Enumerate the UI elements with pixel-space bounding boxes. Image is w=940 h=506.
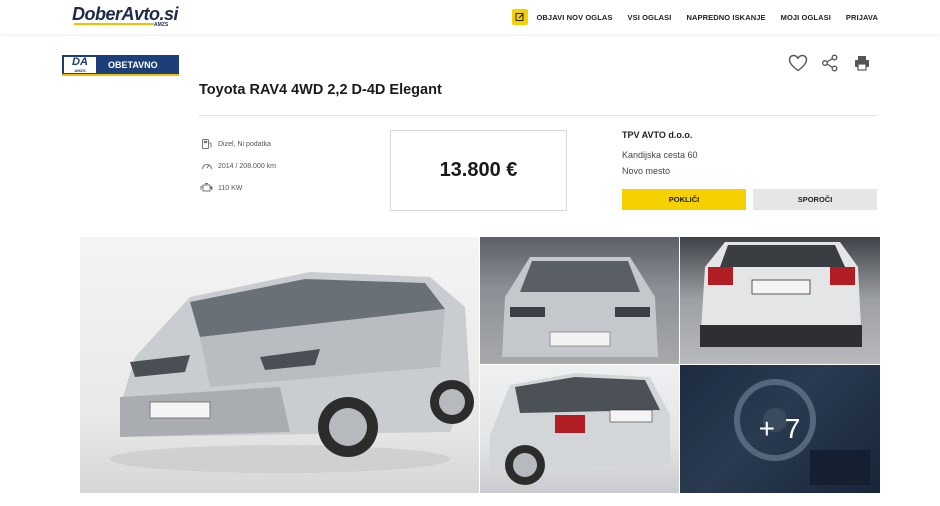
- call-button[interactable]: POKLIČI: [622, 189, 746, 210]
- price-value: 13.800 €: [439, 159, 518, 181]
- photo-gallery: + 7: [80, 237, 880, 493]
- main-photo[interactable]: [80, 237, 479, 493]
- engine-icon: [200, 182, 213, 194]
- message-button[interactable]: SPOROČI: [753, 189, 877, 210]
- printer-icon[interactable]: [851, 52, 873, 74]
- share-icon[interactable]: [819, 52, 841, 74]
- promo-badge: DA AMZS OBETAVNO: [62, 55, 179, 75]
- seller-name[interactable]: TPV AVTO d.o.o.: [622, 130, 692, 140]
- price-box: 13.800 €: [390, 130, 567, 211]
- listing-title: Toyota RAV4 4WD 2,2 D-4D Elegant: [199, 82, 442, 98]
- badge-logo: DA AMZS: [62, 55, 98, 75]
- edit-icon[interactable]: [512, 9, 529, 25]
- spec-fuel: Dizel, Ni podatka: [200, 138, 271, 150]
- spec-year-km-text: 2014 / 208.000 km: [218, 162, 276, 170]
- badge-logo-sub: AMZS: [74, 68, 86, 73]
- gallery-photo-rear[interactable]: [680, 237, 880, 364]
- gallery-photo-front[interactable]: [480, 237, 679, 364]
- title-divider: [199, 115, 877, 116]
- seller-address: Kandijska cesta 60: [622, 150, 698, 160]
- spec-power: 110 KW: [200, 182, 242, 194]
- seller-city: Novo mesto: [622, 166, 671, 176]
- spec-fuel-text: Dizel, Ni podatka: [218, 140, 271, 148]
- listing-actions: [787, 52, 883, 74]
- badge-accent-bar: [62, 74, 179, 76]
- nav-advanced-search[interactable]: NAPREDNO ISKANJE: [686, 13, 765, 22]
- site-logo[interactable]: DoberAvto.si AMZS: [72, 4, 179, 28]
- nav-all-ads[interactable]: VSI OGLASI: [628, 13, 672, 22]
- nav-my-ads[interactable]: MOJI OGLASI: [781, 13, 831, 22]
- gallery-photo-side[interactable]: [480, 365, 679, 493]
- more-photos-count: + 7: [758, 413, 802, 444]
- gallery-photo-interior[interactable]: + 7: [680, 365, 880, 493]
- speedometer-icon: [200, 160, 213, 172]
- nav-new-ad[interactable]: OBJAVI NOV OGLAS: [536, 13, 612, 22]
- main-nav: OBJAVI NOV OGLAS VSI OGLASI NAPREDNO ISK…: [512, 7, 878, 27]
- badge-logo-mark: DA: [72, 56, 88, 68]
- logo-text: DoberAvto.si: [72, 4, 179, 24]
- nav-login[interactable]: PRIJAVA: [846, 13, 878, 22]
- spec-power-text: 110 KW: [218, 184, 243, 192]
- fuel-icon: [200, 138, 213, 150]
- logo-sub: AMZS: [154, 22, 169, 28]
- badge-label: OBETAVNO: [108, 60, 158, 70]
- logo-underline: [74, 23, 154, 25]
- heart-icon[interactable]: [787, 52, 809, 74]
- more-photos-overlay[interactable]: + 7: [680, 365, 880, 493]
- site-header: DoberAvto.si AMZS OBJAVI NOV OGLAS VSI O…: [0, 0, 940, 34]
- spec-year-km: 2014 / 208.000 km: [200, 160, 276, 172]
